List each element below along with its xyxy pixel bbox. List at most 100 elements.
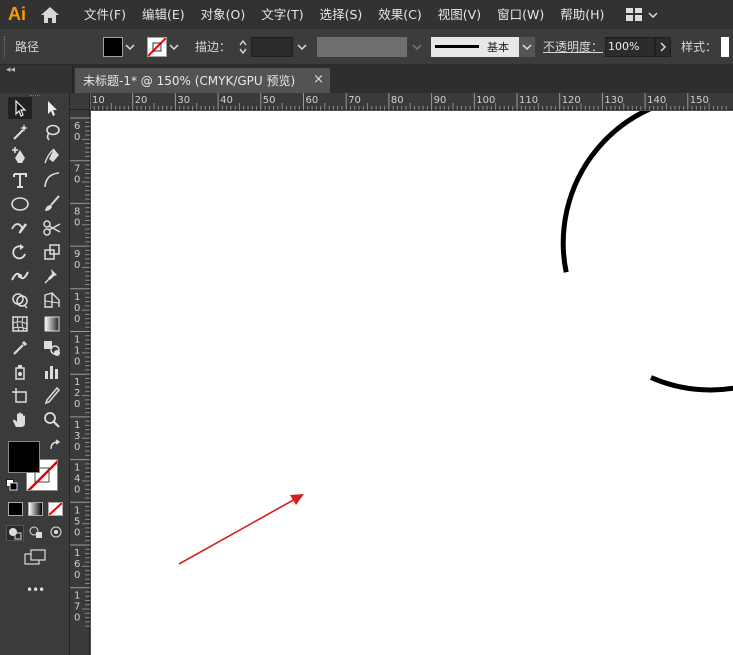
- screen-mode-icon: [24, 549, 46, 565]
- draw-inside-icon: [50, 526, 62, 538]
- stroke-swatch[interactable]: [147, 36, 167, 57]
- collapse-panel-icon[interactable]: ◂◂: [6, 65, 15, 75]
- zoom-magnifier-icon: [44, 412, 60, 428]
- document-tab[interactable]: 未标题-1* @ 150% (CMYK/GPU 预览) ×: [75, 68, 330, 93]
- column-graph-tool[interactable]: [40, 361, 64, 383]
- draw-inside-button[interactable]: [48, 525, 66, 541]
- slice-knife-icon: [44, 386, 61, 405]
- width-icon: [11, 271, 29, 281]
- gradient-mode-button[interactable]: [28, 502, 43, 516]
- variable-width-dropdown[interactable]: [407, 37, 427, 57]
- hand-tool[interactable]: [8, 409, 32, 431]
- ruler-label: 170: [74, 591, 80, 624]
- ruler-origin[interactable]: [70, 93, 90, 110]
- lasso-tool[interactable]: [40, 121, 64, 143]
- opacity-input[interactable]: 100%: [605, 36, 656, 57]
- eyedropper-tool[interactable]: [8, 337, 32, 359]
- mesh-tool[interactable]: [8, 313, 32, 335]
- ellipse-tool[interactable]: [8, 193, 32, 215]
- fill-swatch[interactable]: [103, 36, 123, 57]
- blend-tool[interactable]: [40, 337, 64, 359]
- ruler-label: 150: [690, 95, 709, 106]
- draw-normal-button[interactable]: [6, 525, 24, 541]
- artboard-tool[interactable]: [8, 385, 32, 407]
- width-tool[interactable]: [8, 265, 32, 287]
- stroke-weight-input[interactable]: [251, 36, 294, 57]
- direct-selection-arrow-icon: [48, 101, 57, 116]
- document-tab-bar: ◂◂ 未标题-1* @ 150% (CMYK/GPU 预览) ×: [0, 65, 733, 93]
- puppet-warp-tool[interactable]: [40, 265, 64, 287]
- ruler-label: 110: [74, 335, 80, 368]
- screen-mode-button[interactable]: [24, 549, 46, 568]
- swap-colors-icon[interactable]: [48, 439, 62, 456]
- stroke-dropdown[interactable]: [167, 37, 181, 57]
- red-arrow: [178, 494, 304, 565]
- ruler-label: 150: [74, 505, 80, 538]
- panel-grip[interactable]: [4, 35, 9, 58]
- vertical-ruler[interactable]: 60 70 80 90 100 110 120 130 140 150 160 170: [70, 110, 90, 655]
- selection-tool[interactable]: [8, 97, 32, 119]
- default-colors-icon[interactable]: [6, 479, 18, 494]
- magic-wand-icon: [13, 124, 28, 140]
- pen-add-anchor-icon: [12, 147, 25, 163]
- shape-builder-tool[interactable]: [8, 289, 32, 311]
- brush-definition-field[interactable]: 基本: [431, 36, 520, 57]
- none-mode-button[interactable]: [48, 502, 63, 516]
- scale-tool[interactable]: [40, 241, 64, 263]
- shaper-tool[interactable]: [8, 217, 32, 239]
- menu-effect[interactable]: 效果(C): [370, 0, 429, 29]
- shape-builder-icon: [12, 293, 28, 309]
- ruler-label: 60: [306, 95, 319, 106]
- ruler-label: 100: [74, 292, 80, 325]
- scissors-tool[interactable]: [40, 217, 64, 239]
- graphic-style-swatch[interactable]: [721, 36, 730, 57]
- menu-window[interactable]: 窗口(W): [489, 0, 552, 29]
- close-icon[interactable]: ×: [313, 72, 324, 87]
- variable-width-profile[interactable]: [317, 36, 408, 57]
- magic-wand-tool[interactable]: [8, 121, 32, 143]
- ruler-label: 70: [348, 95, 361, 106]
- direct-selection-tool[interactable]: [40, 97, 64, 119]
- menu-select[interactable]: 选择(S): [312, 0, 371, 29]
- open-circle-arc-path[interactable]: [560, 111, 733, 393]
- fill-dropdown[interactable]: [123, 37, 137, 57]
- workspace-grid-icon: [626, 8, 643, 21]
- menu-object[interactable]: 对象(O): [193, 0, 254, 29]
- gradient-tool[interactable]: [40, 313, 64, 335]
- home-icon[interactable]: [32, 0, 68, 29]
- arc-tool[interactable]: [40, 169, 64, 191]
- artboard-canvas[interactable]: [91, 111, 733, 655]
- opacity-label[interactable]: 不透明度：: [543, 38, 603, 55]
- menu-help[interactable]: 帮助(H): [552, 0, 612, 29]
- brush-dropdown[interactable]: [519, 36, 536, 57]
- menu-file[interactable]: 文件(F): [76, 0, 134, 29]
- pen-tool[interactable]: [8, 145, 32, 167]
- paintbrush-tool[interactable]: [40, 193, 64, 215]
- stroke-weight-dropdown[interactable]: [293, 37, 311, 57]
- menu-edit[interactable]: 编辑(E): [134, 0, 193, 29]
- color-mode-button[interactable]: [8, 502, 23, 516]
- ruler-label: 140: [647, 95, 666, 106]
- horizontal-ruler[interactable]: 10 20 30 40 50 60 70 80 90 100 110 120 130 140 150: [90, 93, 733, 110]
- more-tools-icon[interactable]: •••: [26, 583, 45, 597]
- opacity-expand-button[interactable]: [655, 36, 672, 57]
- draw-behind-button[interactable]: [28, 525, 46, 541]
- perspective-grid-tool[interactable]: [40, 289, 64, 311]
- zoom-tool[interactable]: [40, 409, 64, 431]
- ruler-label: 70: [74, 164, 80, 186]
- workspace-switcher[interactable]: [626, 8, 658, 21]
- rotate-tool[interactable]: [8, 241, 32, 263]
- menu-view[interactable]: 视图(V): [430, 0, 489, 29]
- stroke-weight-stepper[interactable]: [235, 37, 251, 57]
- ruler-label: 130: [604, 95, 623, 106]
- menu-type[interactable]: 文字(T): [253, 0, 311, 29]
- curvature-tool[interactable]: [40, 145, 64, 167]
- symbol-sprayer-tool[interactable]: [8, 361, 32, 383]
- chevron-down-icon: [297, 43, 307, 50]
- type-tool[interactable]: [8, 169, 32, 191]
- ruler-label: 50: [263, 95, 276, 106]
- arc-icon: [44, 172, 60, 188]
- fill-color-swatch[interactable]: [8, 441, 40, 473]
- artboard-icon: [12, 388, 27, 403]
- slice-tool[interactable]: [40, 385, 64, 407]
